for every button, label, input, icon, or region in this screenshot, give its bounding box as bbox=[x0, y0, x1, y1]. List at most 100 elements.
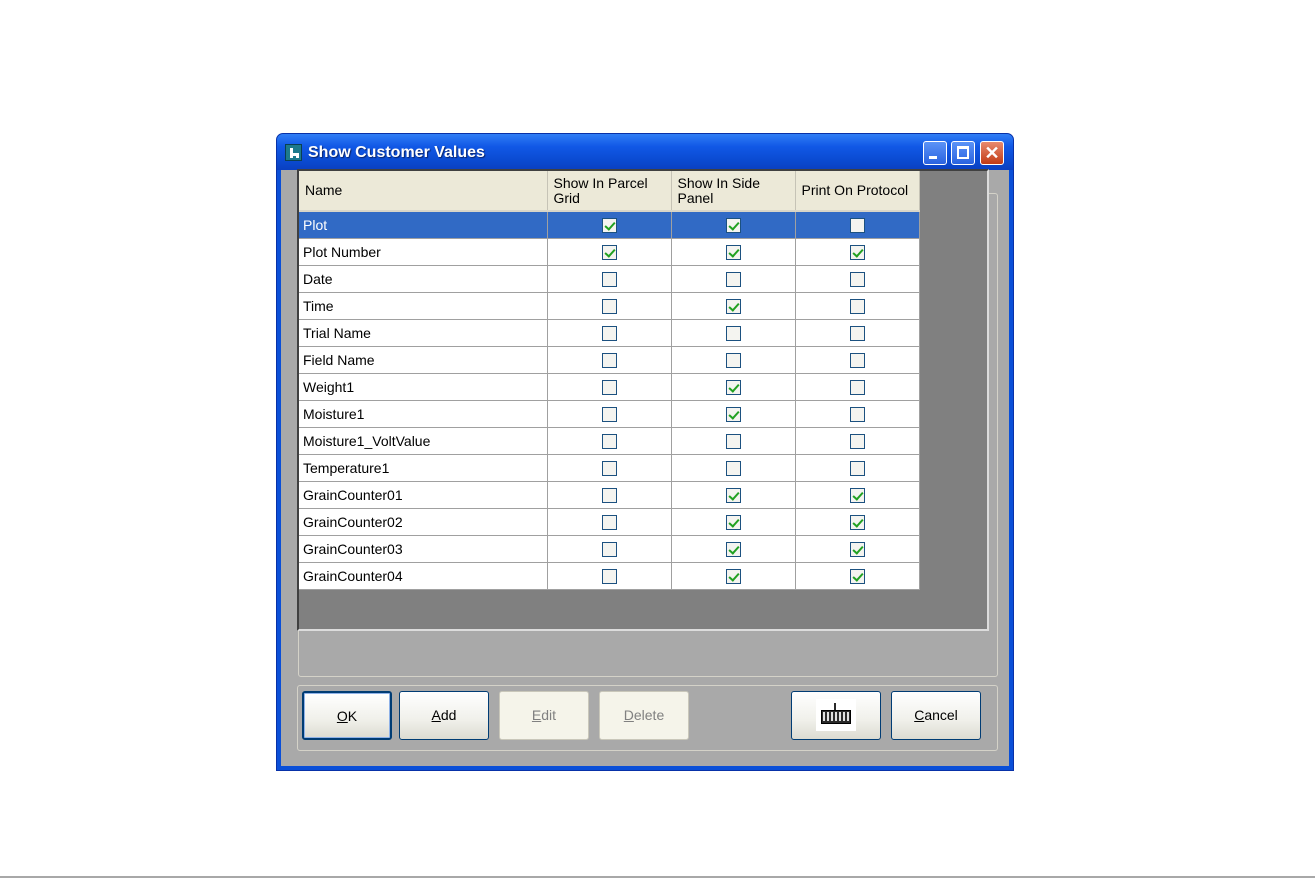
show-in-side-panel-checkbox[interactable] bbox=[725, 218, 741, 234]
show-in-parcel-grid-checkbox[interactable] bbox=[601, 325, 617, 341]
table-row[interactable]: GrainCounter03 bbox=[299, 535, 920, 563]
print-on-protocol-checkbox[interactable] bbox=[849, 244, 865, 260]
print-on-protocol-checkbox[interactable] bbox=[849, 568, 865, 584]
cell-show-in-parcel-grid[interactable] bbox=[547, 319, 672, 347]
cell-print-on-protocol[interactable] bbox=[795, 238, 920, 266]
print-on-protocol-checkbox[interactable] bbox=[849, 541, 865, 557]
table-row[interactable]: Plot Number bbox=[299, 238, 920, 266]
row-name-cell[interactable]: GrainCounter03 bbox=[299, 535, 548, 563]
cell-show-in-parcel-grid[interactable] bbox=[547, 481, 672, 509]
cell-show-in-parcel-grid[interactable] bbox=[547, 400, 672, 428]
cell-show-in-side-panel[interactable] bbox=[671, 265, 796, 293]
show-in-parcel-grid-checkbox[interactable] bbox=[601, 568, 617, 584]
cell-show-in-parcel-grid[interactable] bbox=[547, 562, 672, 590]
row-name-cell[interactable]: GrainCounter02 bbox=[299, 508, 548, 536]
row-name-cell[interactable]: Moisture1 bbox=[299, 400, 548, 428]
row-name-cell[interactable]: Plot Number bbox=[299, 238, 548, 266]
cell-show-in-parcel-grid[interactable] bbox=[547, 535, 672, 563]
row-name-cell[interactable]: Trial Name bbox=[299, 319, 548, 347]
show-in-parcel-grid-checkbox[interactable] bbox=[601, 514, 617, 530]
show-in-side-panel-checkbox[interactable] bbox=[725, 541, 741, 557]
table-row[interactable]: Plot bbox=[299, 211, 920, 239]
row-name-cell[interactable]: Moisture1_VoltValue bbox=[299, 427, 548, 455]
show-in-parcel-grid-checkbox[interactable] bbox=[601, 271, 617, 287]
cell-print-on-protocol[interactable] bbox=[795, 400, 920, 428]
cell-show-in-side-panel[interactable] bbox=[671, 373, 796, 401]
cell-show-in-side-panel[interactable] bbox=[671, 508, 796, 536]
keyboard-button[interactable] bbox=[791, 691, 881, 740]
cell-show-in-side-panel[interactable] bbox=[671, 346, 796, 374]
show-in-side-panel-checkbox[interactable] bbox=[725, 487, 741, 503]
show-in-side-panel-checkbox[interactable] bbox=[725, 568, 741, 584]
row-name-cell[interactable]: Field Name bbox=[299, 346, 548, 374]
cell-show-in-parcel-grid[interactable] bbox=[547, 454, 672, 482]
cell-print-on-protocol[interactable] bbox=[795, 508, 920, 536]
cell-show-in-parcel-grid[interactable] bbox=[547, 211, 672, 239]
cell-print-on-protocol[interactable] bbox=[795, 373, 920, 401]
cell-show-in-parcel-grid[interactable] bbox=[547, 508, 672, 536]
show-in-side-panel-checkbox[interactable] bbox=[725, 433, 741, 449]
table-row[interactable]: Moisture1 bbox=[299, 400, 920, 428]
cell-show-in-side-panel[interactable] bbox=[671, 211, 796, 239]
show-in-parcel-grid-checkbox[interactable] bbox=[601, 460, 617, 476]
show-in-side-panel-checkbox[interactable] bbox=[725, 325, 741, 341]
app-icon[interactable] bbox=[285, 144, 302, 161]
show-in-side-panel-checkbox[interactable] bbox=[725, 271, 741, 287]
row-name-cell[interactable]: Weight1 bbox=[299, 373, 548, 401]
table-row[interactable]: GrainCounter04 bbox=[299, 562, 920, 590]
cell-show-in-parcel-grid[interactable] bbox=[547, 373, 672, 401]
cell-show-in-side-panel[interactable] bbox=[671, 481, 796, 509]
row-name-cell[interactable]: GrainCounter01 bbox=[299, 481, 548, 509]
customer-values-grid[interactable]: Name Show In Parcel Grid Show In Side Pa… bbox=[297, 169, 989, 631]
column-header-show-in-side-panel[interactable]: Show In Side Panel bbox=[671, 171, 796, 212]
row-name-cell[interactable]: Temperature1 bbox=[299, 454, 548, 482]
show-in-side-panel-checkbox[interactable] bbox=[725, 406, 741, 422]
print-on-protocol-checkbox[interactable] bbox=[849, 325, 865, 341]
minimize-button[interactable] bbox=[923, 141, 947, 165]
cell-show-in-side-panel[interactable] bbox=[671, 454, 796, 482]
cell-show-in-parcel-grid[interactable] bbox=[547, 427, 672, 455]
show-in-parcel-grid-checkbox[interactable] bbox=[601, 406, 617, 422]
show-in-side-panel-checkbox[interactable] bbox=[725, 244, 741, 260]
ok-button[interactable]: OK bbox=[302, 691, 392, 740]
show-in-parcel-grid-checkbox[interactable] bbox=[601, 298, 617, 314]
show-in-parcel-grid-checkbox[interactable] bbox=[601, 487, 617, 503]
print-on-protocol-checkbox[interactable] bbox=[849, 379, 865, 395]
cell-print-on-protocol[interactable] bbox=[795, 211, 920, 239]
cell-print-on-protocol[interactable] bbox=[795, 265, 920, 293]
table-row[interactable]: Weight1 bbox=[299, 373, 920, 401]
cell-show-in-side-panel[interactable] bbox=[671, 292, 796, 320]
cell-show-in-parcel-grid[interactable] bbox=[547, 292, 672, 320]
delete-button[interactable]: Delete bbox=[599, 691, 689, 740]
show-in-parcel-grid-checkbox[interactable] bbox=[601, 433, 617, 449]
table-row[interactable]: Field Name bbox=[299, 346, 920, 374]
table-row[interactable]: Temperature1 bbox=[299, 454, 920, 482]
cell-show-in-side-panel[interactable] bbox=[671, 238, 796, 266]
print-on-protocol-checkbox[interactable] bbox=[849, 460, 865, 476]
print-on-protocol-checkbox[interactable] bbox=[849, 433, 865, 449]
print-on-protocol-checkbox[interactable] bbox=[849, 352, 865, 368]
table-row[interactable]: Trial Name bbox=[299, 319, 920, 347]
row-name-cell[interactable]: Time bbox=[299, 292, 548, 320]
table-row[interactable]: Moisture1_VoltValue bbox=[299, 427, 920, 455]
cell-show-in-parcel-grid[interactable] bbox=[547, 265, 672, 293]
row-name-cell[interactable]: Plot bbox=[299, 211, 548, 239]
print-on-protocol-checkbox[interactable] bbox=[849, 218, 865, 234]
maximize-button[interactable] bbox=[951, 141, 975, 165]
cell-print-on-protocol[interactable] bbox=[795, 292, 920, 320]
table-row[interactable]: GrainCounter02 bbox=[299, 508, 920, 536]
cell-print-on-protocol[interactable] bbox=[795, 427, 920, 455]
add-button[interactable]: Add bbox=[399, 691, 489, 740]
cell-print-on-protocol[interactable] bbox=[795, 562, 920, 590]
show-in-side-panel-checkbox[interactable] bbox=[725, 460, 741, 476]
print-on-protocol-checkbox[interactable] bbox=[849, 406, 865, 422]
column-header-name[interactable]: Name bbox=[299, 171, 548, 212]
cell-print-on-protocol[interactable] bbox=[795, 319, 920, 347]
cell-print-on-protocol[interactable] bbox=[795, 535, 920, 563]
table-row[interactable]: Date bbox=[299, 265, 920, 293]
cell-print-on-protocol[interactable] bbox=[795, 454, 920, 482]
print-on-protocol-checkbox[interactable] bbox=[849, 514, 865, 530]
column-header-print-on-protocol[interactable]: Print On Protocol bbox=[795, 171, 920, 212]
cell-show-in-parcel-grid[interactable] bbox=[547, 346, 672, 374]
show-in-parcel-grid-checkbox[interactable] bbox=[601, 379, 617, 395]
